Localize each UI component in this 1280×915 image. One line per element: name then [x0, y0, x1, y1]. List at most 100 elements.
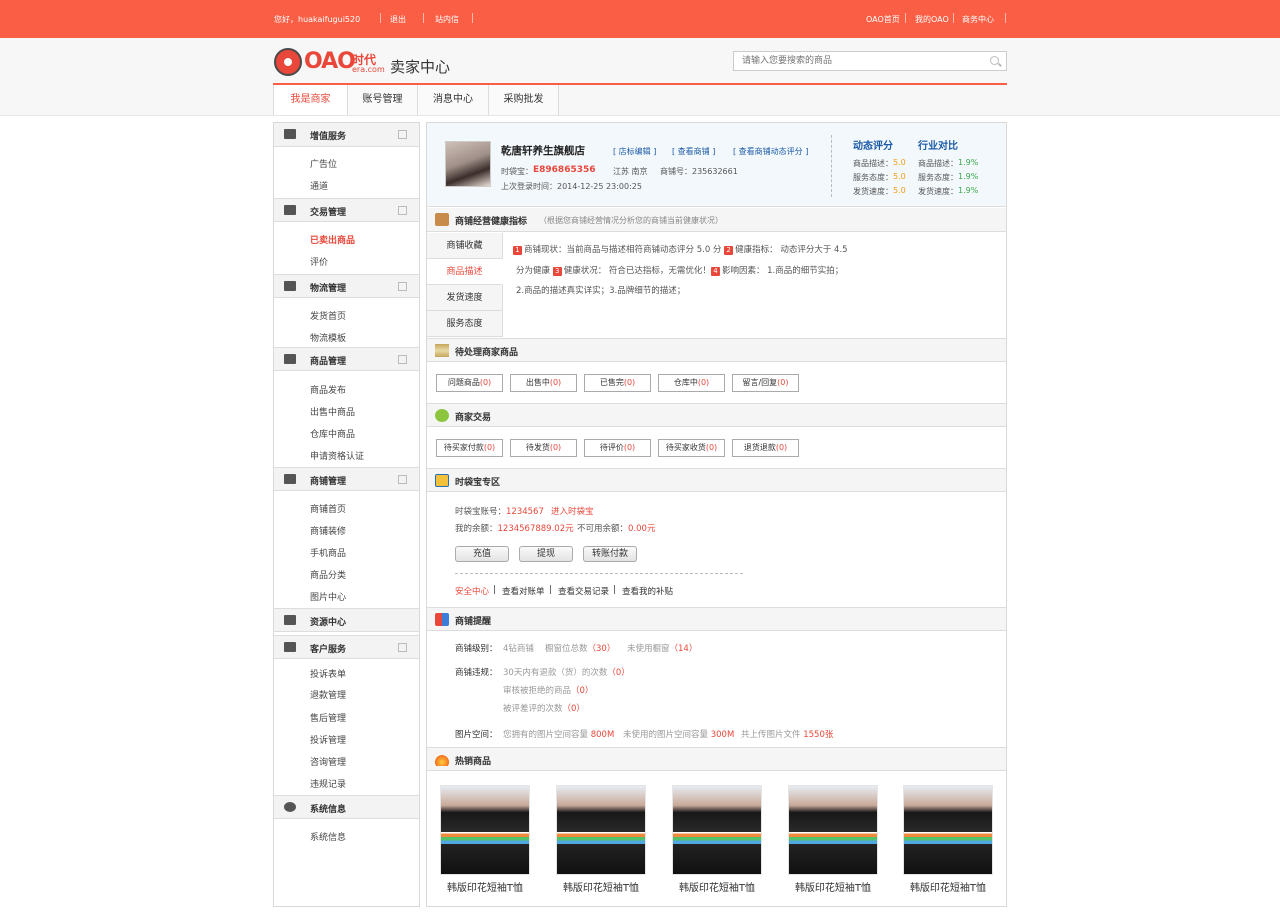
sidebar-item-complaint-form[interactable]: 投诉表单	[310, 667, 346, 680]
sidebar-group-value-added[interactable]: 增值服务	[274, 123, 419, 147]
health-section-header: 商铺经营健康指标 （根据您商铺经营情况分析您的商铺当前健康状况）	[427, 208, 1006, 232]
sidebar-item-image-center[interactable]: 图片中心	[310, 590, 346, 603]
withdraw-button[interactable]: 提现	[519, 546, 573, 562]
tab-account[interactable]: 账号管理	[348, 85, 418, 115]
sidebar-item-refund[interactable]: 退款管理	[310, 688, 346, 701]
product-image[interactable]	[672, 785, 762, 875]
tab-shipping-speed[interactable]: 发货速度	[427, 285, 503, 311]
statement-link[interactable]: 查看对账单	[502, 585, 545, 597]
sidebar-item-complaints[interactable]: 投诉管理	[310, 733, 346, 746]
product-title[interactable]: 韩版印花短袖T恤	[672, 879, 762, 894]
tab-service-attitude[interactable]: 服务态度	[427, 311, 503, 337]
trade-record-link[interactable]: 查看交易记录	[558, 585, 609, 597]
sidebar-group-system[interactable]: 系统信息	[274, 795, 419, 819]
sidebar-group-customer[interactable]: 客户服务	[274, 635, 419, 659]
space-owned: 您拥有的图片空间容量 800M	[503, 728, 614, 740]
sidebar-item-shop-home[interactable]: 商铺首页	[310, 502, 346, 515]
violation-num: （0）	[607, 668, 630, 678]
enter-wallet-link[interactable]: 进入时袋宝	[551, 505, 594, 517]
product-title[interactable]: 韩版印花短袖T恤	[440, 879, 530, 894]
await-shipping-button[interactable]: 待发货(0)	[510, 439, 577, 457]
sidebar-item-logistics-template[interactable]: 物流模板	[310, 331, 346, 344]
await-review-button[interactable]: 待评价(0)	[584, 439, 651, 457]
recharge-button[interactable]: 充值	[455, 546, 509, 562]
search-input[interactable]	[734, 52, 974, 70]
tab-i-am-seller[interactable]: 我是商家	[273, 85, 348, 115]
edit-logo-link[interactable]: [ 店标编辑 ]	[613, 146, 656, 157]
product-card[interactable]: 韩版印花短袖T恤	[903, 785, 993, 894]
collapse-icon[interactable]	[398, 643, 407, 652]
product-card[interactable]: 韩版印花短袖T恤	[672, 785, 762, 894]
sidebar-item-warehouse[interactable]: 仓库中商品	[310, 427, 355, 440]
health-title: 商铺经营健康指标	[455, 217, 528, 227]
product-card[interactable]: 韩版印花短袖T恤	[556, 785, 646, 894]
collapse-icon[interactable]	[398, 475, 407, 484]
sidebar-item-shop-decor[interactable]: 商铺装修	[310, 524, 346, 537]
product-title[interactable]: 韩版印花短袖T恤	[556, 879, 646, 894]
message-reply-button[interactable]: 留言/回复(0)	[732, 374, 799, 392]
security-center-link[interactable]: 安全中心	[455, 585, 489, 597]
product-image[interactable]	[788, 785, 878, 875]
product-card[interactable]: 韩版印花短袖T恤	[440, 785, 530, 894]
button-count: (0)	[623, 443, 636, 452]
sidebar-group-resource[interactable]: 资源中心	[274, 608, 419, 632]
await-receipt-button[interactable]: 待买家收货(0)	[658, 439, 725, 457]
collapse-icon[interactable]	[398, 355, 407, 364]
product-image[interactable]	[903, 785, 993, 875]
logo-icon[interactable]	[274, 48, 302, 76]
sidebar-item-consult[interactable]: 咨询管理	[310, 755, 346, 768]
in-warehouse-button[interactable]: 仓库中(0)	[658, 374, 725, 392]
sidebar-item-mobile-goods[interactable]: 手机商品	[310, 546, 346, 559]
sidebar-item-on-sale[interactable]: 出售中商品	[310, 405, 355, 418]
product-card[interactable]: 韩版印花短袖T恤	[788, 785, 878, 894]
sidebar-group-goods[interactable]: 商品管理	[274, 347, 419, 371]
search-box[interactable]	[733, 51, 1007, 71]
product-image[interactable]	[556, 785, 646, 875]
oao-home-link[interactable]: OAO首页	[866, 14, 900, 25]
sidebar-item-channel[interactable]: 通道	[310, 179, 328, 192]
window-total-label: 橱窗位总数	[545, 644, 588, 654]
sidebar-item-system-info[interactable]: 系统信息	[310, 830, 346, 843]
avatar[interactable]	[445, 141, 491, 187]
view-shop-link[interactable]: [ 查看商铺 ]	[672, 146, 715, 157]
sold-out-button[interactable]: 已售完(0)	[584, 374, 651, 392]
sidebar-item-shipping-home[interactable]: 发货首页	[310, 309, 346, 322]
sidebar-item-publish[interactable]: 商品发布	[310, 383, 346, 396]
business-center-link[interactable]: 商务中心	[962, 14, 994, 25]
wallet-account: 时袋宝账号：1234567	[455, 505, 544, 517]
sidebar-group-logistics[interactable]: 物流管理	[274, 274, 419, 298]
sidebar-item-after-sale[interactable]: 售后管理	[310, 711, 346, 724]
collapse-icon[interactable]	[398, 130, 407, 139]
tab-goods-description[interactable]: 商品描述	[427, 259, 503, 285]
sidebar-item-sold[interactable]: 已卖出商品	[310, 233, 355, 246]
logout-link[interactable]: 退出	[390, 14, 406, 25]
rating-score: 5.0	[893, 172, 906, 181]
sidebar-group-trade[interactable]: 交易管理	[274, 198, 419, 222]
refund-button[interactable]: 退货退款(0)	[732, 439, 799, 457]
problem-goods-button[interactable]: 问题商品(0)	[436, 374, 503, 392]
search-icon[interactable]	[990, 56, 999, 65]
sidebar-item-categories[interactable]: 商品分类	[310, 568, 346, 581]
sidebar-item-ad-slot[interactable]: 广告位	[310, 157, 337, 170]
product-image[interactable]	[440, 785, 530, 875]
sidebar-item-review[interactable]: 评价	[310, 255, 328, 268]
sidebar-group-shop[interactable]: 商铺管理	[274, 467, 419, 491]
on-sale-button[interactable]: 出售中(0)	[510, 374, 577, 392]
my-oao-link[interactable]: 我的OAO	[915, 14, 949, 25]
logo-text[interactable]: OAO	[304, 49, 356, 74]
sidebar-item-certification[interactable]: 申请资格认证	[310, 449, 364, 462]
transfer-button[interactable]: 转账付款	[583, 546, 637, 562]
tab-messages[interactable]: 消息中心	[418, 85, 489, 115]
subsidy-link[interactable]: 查看我的补贴	[622, 585, 673, 597]
sidebar-item-violations[interactable]: 违规记录	[310, 777, 346, 790]
tab-shop-favorite[interactable]: 商铺收藏	[427, 233, 503, 259]
product-title[interactable]: 韩版印花短袖T恤	[788, 879, 878, 894]
messages-link[interactable]: 站内信	[435, 14, 459, 25]
tab-wholesale[interactable]: 采购批发	[489, 85, 559, 115]
wallet-unavailable: 不可用余额：0.00元	[577, 522, 655, 534]
product-title[interactable]: 韩版印花短袖T恤	[903, 879, 993, 894]
view-rating-link[interactable]: [ 查看商铺动态评分 ]	[733, 146, 808, 157]
await-payment-button[interactable]: 待买家付款(0)	[436, 439, 503, 457]
collapse-icon[interactable]	[398, 206, 407, 215]
collapse-icon[interactable]	[398, 282, 407, 291]
